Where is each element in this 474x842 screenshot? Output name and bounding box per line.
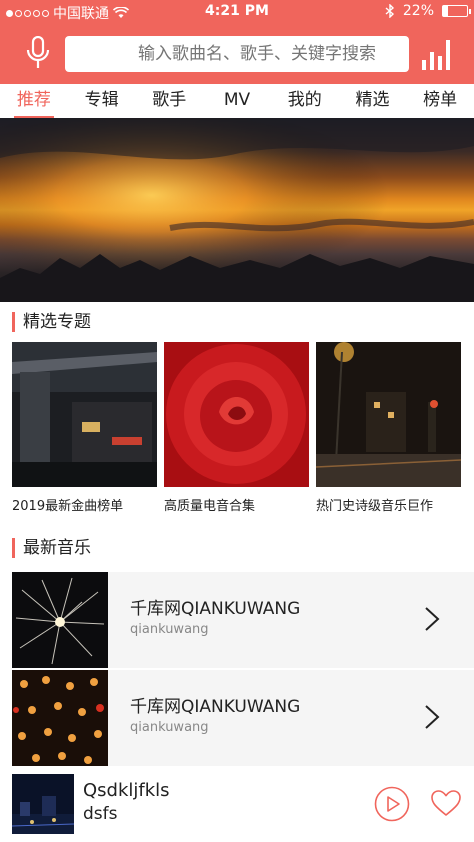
battery-level xyxy=(443,6,449,16)
play-icon[interactable] xyxy=(374,786,410,822)
battery-percent: 22% xyxy=(402,3,434,19)
tab-albums[interactable]: 专辑 xyxy=(68,84,136,118)
thumb-fireworks xyxy=(12,572,108,668)
sunset-illustration xyxy=(0,118,474,302)
status-bar: 中国联通 4:21 PM 22% xyxy=(0,0,474,24)
tab-mv[interactable]: MV xyxy=(203,84,271,118)
card-image-city-night xyxy=(12,342,157,487)
search-input[interactable] xyxy=(65,36,409,72)
bluetooth-icon xyxy=(385,4,394,18)
featured-card[interactable]: 高质量电音合集 xyxy=(164,342,309,514)
latest-section-title: 最新音乐 xyxy=(12,538,91,558)
card-image-night-street xyxy=(316,342,461,487)
tab-featured[interactable]: 精选 xyxy=(339,84,407,118)
battery-icon xyxy=(442,5,471,17)
card-label: 热门史诗级音乐巨作 xyxy=(316,499,434,514)
card-label: 高质量电音合集 xyxy=(164,499,256,514)
player-song-title: Qsdkljfkls xyxy=(83,780,170,801)
chevron-right-icon[interactable] xyxy=(424,606,440,632)
tab-mine[interactable]: 我的 xyxy=(271,84,339,118)
music-row[interactable]: 千库网QIANKUWANG qiankuwang xyxy=(12,670,474,766)
featured-card[interactable]: 热门史诗级音乐巨作 xyxy=(316,342,461,514)
thumb-lanterns xyxy=(12,670,108,766)
featured-card[interactable]: 2019最新金曲榜单 xyxy=(12,342,157,514)
player-song-subtitle: dsfs xyxy=(83,804,118,824)
music-row[interactable]: 千库网QIANKUWANG qiankuwang xyxy=(12,572,474,668)
chevron-right-icon[interactable] xyxy=(424,704,440,730)
card-label: 2019最新金曲榜单 xyxy=(12,499,124,514)
app-header: 中国联通 4:21 PM 22% xyxy=(0,0,474,84)
tab-singers[interactable]: 歌手 xyxy=(135,84,203,118)
banner-image[interactable] xyxy=(0,118,474,302)
player-cover[interactable] xyxy=(12,774,74,834)
song-subtitle: qiankuwang xyxy=(130,622,209,637)
card-image-rose xyxy=(164,342,309,487)
heart-icon[interactable] xyxy=(430,788,462,818)
category-tabs: 推荐 专辑 歌手 MV 我的 精选 榜单 xyxy=(0,84,474,118)
song-subtitle: qiankuwang xyxy=(130,720,209,735)
song-title: 千库网QIANKUWANG xyxy=(130,599,301,619)
tab-charts[interactable]: 榜单 xyxy=(406,84,474,118)
equalizer-icon[interactable] xyxy=(420,38,454,70)
song-title: 千库网QIANKUWANG xyxy=(130,697,301,717)
microphone-icon[interactable] xyxy=(25,36,51,70)
featured-section-title: 精选专题 xyxy=(12,312,91,332)
status-right: 22% xyxy=(385,3,471,19)
tab-recommend[interactable]: 推荐 xyxy=(0,84,68,118)
mini-player: Qsdkljfkls dsfs xyxy=(0,770,474,842)
